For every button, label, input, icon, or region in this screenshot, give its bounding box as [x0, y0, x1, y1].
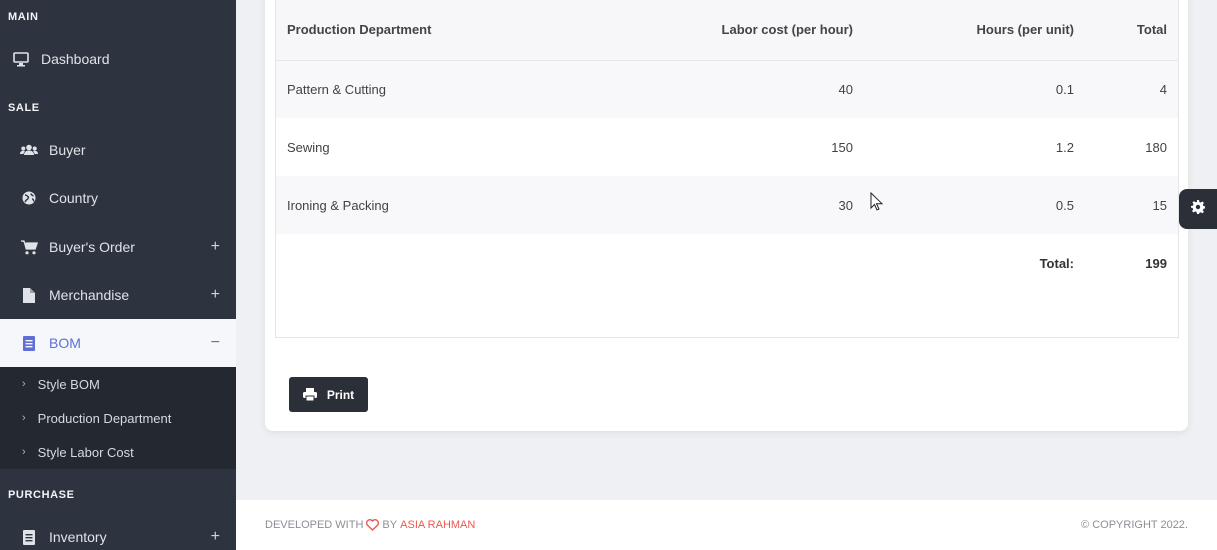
labor-cost-card: Production Department Labor cost (per ho…: [265, 0, 1188, 431]
cell-total: 4: [1074, 60, 1178, 118]
file-icon: [20, 286, 38, 304]
cell-department: Sewing: [276, 118, 566, 176]
chevron-right-icon: ›: [22, 412, 26, 424]
labor-cost-table-container: Production Department Labor cost (per ho…: [275, 0, 1179, 338]
cell-hours: 0.1: [853, 60, 1074, 118]
sidebar-item-label: Buyer's Order: [49, 239, 135, 255]
empty-cell: [276, 234, 566, 292]
expand-icon[interactable]: +: [211, 286, 220, 304]
sidebar-item-bom[interactable]: BOM −: [0, 319, 236, 367]
document-list-icon: [20, 334, 38, 352]
sidebar-item-label: Buyer: [49, 142, 86, 158]
sidebar-item-label: Country: [49, 190, 99, 206]
submenu-item-style-labor-cost[interactable]: › Style Labor Cost: [0, 435, 236, 469]
column-header-hours: Hours (per unit): [853, 0, 1074, 61]
sidebar-item-inventory[interactable]: Inventory +: [0, 513, 236, 550]
cell-labor-cost: 150: [566, 118, 853, 176]
sidebar-item-label: Inventory: [49, 529, 107, 545]
footer-credit: DEVELOPED WITH BY ASIA RAHMAN: [265, 519, 475, 531]
cart-icon: [20, 238, 38, 256]
sidebar-item-label: Merchandise: [49, 287, 130, 303]
table-row: Sewing 150 1.2 180: [276, 118, 1178, 176]
mouse-cursor-icon: [870, 191, 884, 217]
footer-copyright: © COPYRIGHT 2022.: [1081, 519, 1188, 531]
expand-icon[interactable]: +: [211, 238, 220, 256]
cell-hours: 1.2: [853, 118, 1074, 176]
table-header-row: Production Department Labor cost (per ho…: [276, 0, 1178, 61]
sidebar-item-merchandise[interactable]: Merchandise +: [0, 271, 236, 319]
print-button[interactable]: Print: [289, 377, 368, 412]
cell-department: Ironing & Packing: [276, 176, 566, 234]
sidebar-item-buyer[interactable]: Buyer: [0, 126, 236, 174]
table-row: Ironing & Packing 30 0.5 15: [276, 176, 1178, 234]
empty-cell: [566, 234, 853, 292]
cell-total: 180: [1074, 118, 1178, 176]
cell-department: Pattern & Cutting: [276, 60, 566, 118]
collapse-icon[interactable]: −: [211, 334, 220, 352]
table-row: Pattern & Cutting 40 0.1 4: [276, 60, 1178, 118]
cell-total: 15: [1074, 176, 1178, 234]
sidebar-item-dashboard[interactable]: Dashboard: [0, 35, 236, 83]
gear-icon: [1191, 199, 1206, 219]
section-title-purchase: PURCHASE: [8, 489, 75, 501]
monitor-icon: [12, 50, 30, 68]
printer-icon: [302, 388, 317, 401]
submenu-item-production-department[interactable]: › Production Department: [0, 401, 236, 435]
column-header-labor-cost: Labor cost (per hour): [566, 0, 853, 61]
section-title-main: MAIN: [8, 11, 39, 23]
sidebar-item-label: BOM: [49, 335, 81, 351]
print-label: Print: [326, 387, 355, 402]
sidebar-item-label: Dashboard: [41, 51, 110, 67]
users-icon: [20, 141, 38, 159]
column-header-total: Total: [1074, 0, 1178, 61]
footer-by: BY: [382, 519, 398, 531]
footer-author-link[interactable]: ASIA RAHMAN: [400, 519, 475, 531]
cell-labor-cost: 30: [566, 176, 853, 234]
submenu-item-style-bom[interactable]: › Style BOM: [0, 367, 236, 401]
chevron-right-icon: ›: [22, 446, 26, 458]
submenu-item-label: Production Department: [37, 410, 172, 426]
sidebar-item-country[interactable]: Country: [0, 174, 236, 222]
document-list-icon: [20, 528, 38, 546]
cell-hours: 0.5: [853, 176, 1074, 234]
bom-submenu: › Style BOM › Production Department › St…: [0, 367, 236, 469]
chevron-right-icon: ›: [22, 378, 26, 390]
settings-toggle[interactable]: [1179, 189, 1217, 229]
cell-labor-cost: 40: [566, 60, 853, 118]
footer-developed-with: DEVELOPED WITH: [265, 519, 364, 531]
column-header-department: Production Department: [276, 0, 566, 61]
footer: DEVELOPED WITH BY ASIA RAHMAN © COPYRIGH…: [236, 500, 1217, 550]
section-title-sale: SALE: [8, 102, 40, 114]
globe-icon: [20, 189, 38, 207]
expand-icon[interactable]: +: [211, 528, 220, 546]
total-label: Total:: [853, 234, 1074, 292]
sidebar: MAIN Dashboard SALE Buyer Country Buyer'…: [0, 0, 236, 550]
submenu-item-label: Style Labor Cost: [37, 444, 134, 460]
table-total-row: Total: 199: [276, 234, 1178, 292]
total-value: 199: [1074, 234, 1178, 292]
labor-cost-table: Production Department Labor cost (per ho…: [276, 0, 1178, 292]
sidebar-item-buyers-order[interactable]: Buyer's Order +: [0, 223, 236, 271]
heart-icon: [366, 519, 380, 531]
submenu-item-label: Style BOM: [37, 376, 100, 392]
